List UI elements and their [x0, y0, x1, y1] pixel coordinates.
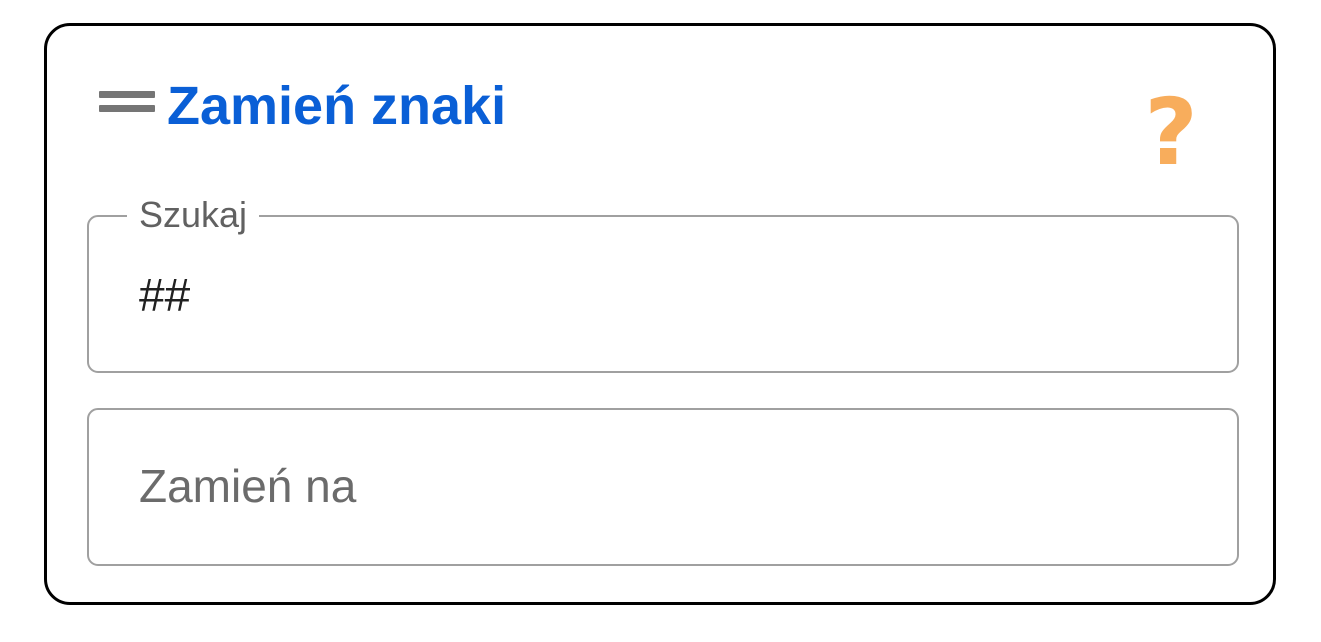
search-field-label: Szukaj: [127, 193, 260, 237]
search-field[interactable]: Szukaj: [87, 193, 1239, 373]
replace-characters-panel: Zamień znaki ? Szukaj: [44, 23, 1276, 605]
replace-field[interactable]: [87, 408, 1239, 566]
drag-handle-bar: [99, 105, 155, 112]
search-input[interactable]: [139, 265, 1189, 325]
panel-title: Zamień znaki: [167, 76, 507, 136]
drag-handle-bar: [99, 91, 155, 98]
drag-handle-icon[interactable]: [99, 91, 155, 113]
help-icon[interactable]: ?: [1143, 87, 1199, 179]
replace-input[interactable]: [139, 456, 1189, 516]
